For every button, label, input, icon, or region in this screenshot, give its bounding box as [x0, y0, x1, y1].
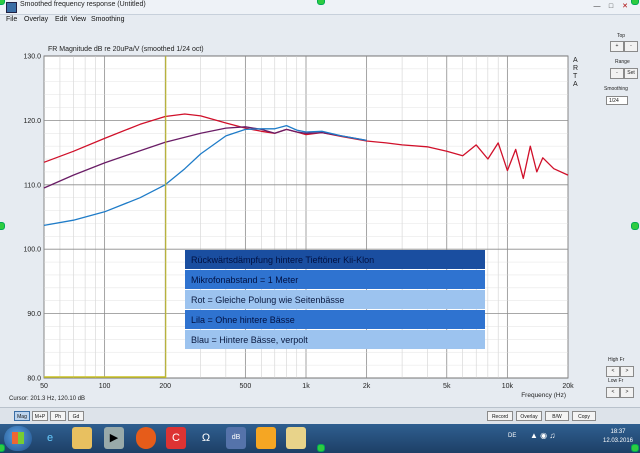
arta-letter-t: T [573, 73, 578, 80]
bw-button[interactable]: B/W [545, 411, 569, 421]
x-tick-label: 2k [363, 383, 371, 390]
x-tick-label: 5k [443, 383, 451, 390]
x-tick-label: 20k [562, 383, 574, 390]
tray-icons[interactable]: ▲ ◉ ♫ [530, 431, 555, 440]
top-up-button[interactable]: + [610, 41, 624, 52]
menu-overlay[interactable]: Overlay [24, 16, 48, 23]
application-window: Smoothed frequency response (Untitled) —… [0, 0, 640, 424]
x-tick-label: 50 [40, 383, 48, 390]
resize-handle[interactable] [0, 444, 5, 452]
frequency-response-chart[interactable]: FR Magnitude dB re 20uPa/V (smoothed 1/2… [8, 40, 596, 404]
x-tick-label: 1k [302, 383, 310, 390]
internet-explorer-icon[interactable]: e [40, 427, 60, 449]
legend-distance: Mikrofonabstand = 1 Meter [191, 275, 298, 285]
menu-smoothing[interactable]: Smoothing [91, 16, 124, 23]
bottom-toolbar: Mag M+P Ph Gd Record Overlay B/W Copy [0, 407, 640, 424]
legend-box: Rückwärtsdämpfung hintere Tieftöner Kii-… [185, 250, 485, 349]
menu-edit[interactable]: Edit [55, 16, 67, 23]
low-fr-right-button[interactable]: > [620, 387, 634, 398]
range-label: Range [615, 59, 630, 65]
legend-purple: Lila = Ohne hintere Bässe [191, 315, 295, 325]
clock-time: 18:37 [610, 429, 626, 435]
low-fr-left-button[interactable]: < [606, 387, 620, 398]
x-tick-label: 100 [99, 383, 111, 390]
plot-area[interactable]: FR Magnitude dB re 20uPa/V (smoothed 1/2… [8, 40, 596, 404]
high-fr-label: High Fr [608, 357, 625, 363]
character-map-icon[interactable]: Ω [196, 427, 216, 449]
top-label: Top [617, 33, 626, 39]
y-tick-label: 120.0 [23, 118, 41, 125]
y-tick-label: 80.0 [27, 376, 41, 383]
y-tick-label: 110.0 [24, 182, 41, 189]
range-set-button[interactable]: Set [624, 68, 638, 79]
close-icon[interactable]: ✕ [620, 2, 630, 11]
legend-blue: Blau = Hintere Bässe, verpolt [191, 335, 308, 345]
mp-button[interactable]: M+P [32, 411, 48, 421]
maximize-icon[interactable]: □ [606, 2, 616, 11]
resize-handle[interactable] [631, 0, 639, 5]
right-control-panel: Top + - Range - Set Smoothing 1/24 High … [600, 30, 640, 410]
app-icon [6, 2, 17, 13]
language-indicator[interactable]: DE [508, 433, 516, 439]
smoothing-select[interactable]: 1/24 [606, 96, 628, 105]
chart-title: FR Magnitude dB re 20uPa/V (smoothed 1/2… [48, 46, 204, 53]
y-tick-label: 100.0 [23, 247, 41, 254]
app-c-icon[interactable]: C [166, 427, 186, 449]
legend-title: Rückwärtsdämpfung hintere Tieftöner Kii-… [191, 255, 374, 265]
media-player-icon[interactable]: ▶ [104, 427, 124, 449]
menu-bar: File Overlay Edit View Smoothing [0, 15, 640, 27]
x-axis-label: Frequency (Hz) [521, 392, 566, 399]
window-title: Smoothed frequency response (Untitled) [20, 1, 146, 8]
programs-icon[interactable] [256, 427, 276, 449]
y-tick-label: 90.0 [27, 311, 41, 318]
notepad-icon[interactable] [286, 427, 306, 449]
cursor-readout: Cursor: 201.3 Hz, 120.10 dB [9, 396, 85, 402]
x-tick-label: 500 [240, 383, 252, 390]
menu-file[interactable]: File [6, 16, 17, 23]
minimize-icon[interactable]: — [592, 2, 602, 11]
firefox-icon[interactable] [136, 427, 156, 449]
arta-letter-a2: A [573, 81, 578, 88]
smoothing-label: Smoothing [604, 86, 628, 92]
arta-task-icon[interactable]: dB [226, 427, 246, 449]
mag-button[interactable]: Mag [14, 411, 30, 421]
resize-handle[interactable] [317, 444, 325, 452]
range-down-button[interactable]: - [610, 68, 624, 79]
group-delay-button[interactable]: Gd [68, 411, 84, 421]
high-fr-right-button[interactable]: > [620, 366, 634, 377]
arta-letter-a: A [573, 57, 578, 64]
start-button[interactable] [4, 426, 32, 451]
overlay-button[interactable]: Overlay [516, 411, 542, 421]
x-tick-label: 200 [159, 383, 171, 390]
low-fr-label: Low Fr [608, 378, 624, 384]
phase-button[interactable]: Ph [50, 411, 66, 421]
copy-button[interactable]: Copy [572, 411, 596, 421]
high-fr-left-button[interactable]: < [606, 366, 620, 377]
y-tick-label: 130.0 [23, 54, 41, 61]
resize-handle[interactable] [0, 222, 5, 230]
record-button[interactable]: Record [487, 411, 513, 421]
windows-logo-icon [12, 432, 24, 444]
legend-red: Rot = Gleiche Polung wie Seitenbässe [191, 295, 344, 305]
menu-view[interactable]: View [71, 16, 86, 23]
resize-handle[interactable] [631, 222, 639, 230]
file-explorer-icon[interactable] [72, 427, 92, 449]
top-down-button[interactable]: - [624, 41, 638, 52]
arta-letter-r: R [573, 65, 578, 72]
resize-handle[interactable] [317, 0, 325, 5]
x-tick-label: 10k [502, 383, 514, 390]
resize-handle[interactable] [631, 444, 639, 452]
